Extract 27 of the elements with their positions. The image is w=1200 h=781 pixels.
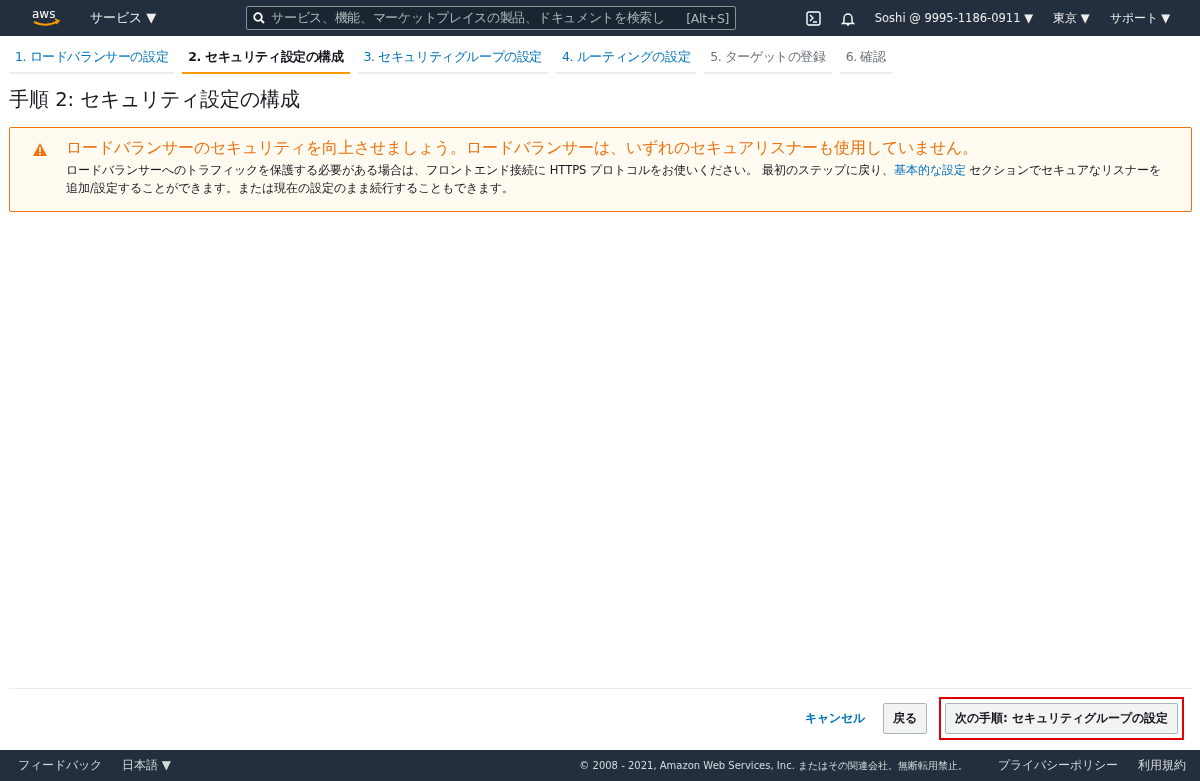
support-menu[interactable]: サポート ▼ (1109, 10, 1170, 26)
warning-icon (32, 142, 48, 157)
aws-logo[interactable]: aws (30, 6, 62, 30)
privacy-link[interactable]: プライバシーポリシー (998, 757, 1118, 774)
services-menu[interactable]: サービス ▼ (90, 9, 157, 27)
feedback-link[interactable]: フィードバック (18, 757, 102, 774)
next-step-button[interactable]: 次の手順: セキュリティグループの設定 (945, 703, 1178, 734)
bell-icon[interactable] (840, 10, 855, 26)
account-menu[interactable]: Soshi @ 9995-1186-0911 ▼ (874, 11, 1033, 25)
terminal-icon[interactable] (805, 10, 821, 26)
region-menu[interactable]: 東京 ▼ (1053, 10, 1090, 26)
language-menu[interactable]: 日本語 ▼ (122, 757, 172, 774)
wizard-step-tab[interactable]: 1. ロードバランサーの設定 (9, 44, 175, 74)
wizard-step-tab[interactable]: 4. ルーティングの設定 (556, 44, 697, 74)
page-title: 手順 2: セキュリティ設定の構成 (9, 87, 302, 113)
wizard-step-tab[interactable]: 3. セキュリティグループの設定 (357, 44, 548, 74)
copyright-text: © 2008 - 2021, Amazon Web Services, Inc. またはその関連会社。無断転用禁止。 (579, 758, 968, 773)
search-icon (253, 12, 266, 24)
search-field[interactable]: サービス、機能、マーケットプレイスの製品、ドキュメントを検索し [Alt+S] (246, 6, 737, 30)
terms-link[interactable]: 利用規約 (1138, 757, 1186, 774)
back-button[interactable]: 戻る (883, 703, 927, 734)
alert-title: ロードバランサーのセキュリティを向上させましょう。ロードバランサーは、いずれのセキュアリスナーも使用していません。 (66, 138, 979, 159)
wizard-step-tab[interactable]: 2. セキュリティ設定の構成 (182, 44, 350, 74)
cancel-link[interactable]: キャンセル (799, 709, 871, 728)
basic-settings-link[interactable]: 基本的な設定 (893, 163, 966, 177)
alert-message: ロードバランサーへのトラフィックを保護する必要がある場合は、フロントエンド接続に HTTPS プロトコルをお使いください。 最初のステップに戻り、基本的な設定 セクションでセキュアなリスナーを追加/設定することができます。または現在の設定のまま続行することもできます。 (66, 162, 1163, 197)
shortcut-hint: [Alt+S] (686, 10, 730, 26)
